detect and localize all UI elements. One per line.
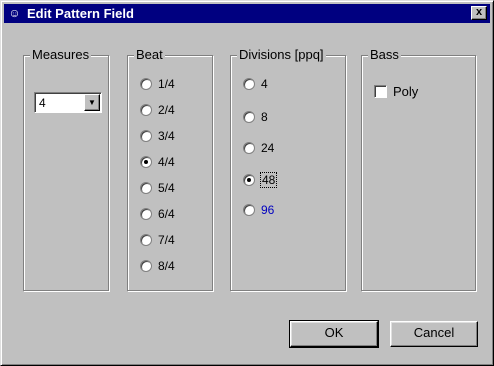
beat-option-label: 8/4 (158, 259, 175, 273)
radio-button[interactable] (243, 204, 255, 216)
close-button[interactable]: x (471, 6, 487, 20)
beat-option-label: 5/4 (158, 181, 175, 195)
measures-legend: Measures (30, 47, 92, 63)
close-icon: x (475, 6, 483, 18)
title-bar[interactable]: ☺ Edit Pattern Field x (4, 4, 490, 23)
radio-button[interactable] (243, 111, 255, 123)
radio-button-selected[interactable] (243, 174, 255, 186)
measures-select[interactable]: 4 ▼ (34, 92, 102, 113)
bass-legend: Bass (368, 47, 401, 63)
radio-button[interactable] (140, 208, 152, 220)
division-option-label: 8 (261, 110, 268, 124)
beat-option-4-4[interactable]: 4/4 (140, 154, 175, 170)
beat-option-label: 2/4 (158, 103, 175, 117)
measures-select-value: 4 (39, 96, 46, 110)
beat-option-1-4[interactable]: 1/4 (140, 76, 175, 92)
beat-option-label: 1/4 (158, 77, 175, 91)
radio-button[interactable] (140, 78, 152, 90)
beat-option-2-4[interactable]: 2/4 (140, 102, 175, 118)
beat-option-label: 3/4 (158, 129, 175, 143)
dialog-window: ☺ Edit Pattern Field x Measures 4 ▼ Beat… (0, 0, 494, 366)
radio-button-selected[interactable] (140, 156, 152, 168)
division-option-24[interactable]: 24 (243, 140, 274, 156)
chevron-down-icon[interactable]: ▼ (84, 94, 100, 111)
dialog-content: Measures 4 ▼ Beat 1/4 2/4 3/4 4/4 5/4 6/… (9, 31, 487, 359)
bass-group: Bass Poly (361, 47, 476, 291)
measures-group: Measures 4 ▼ (23, 47, 109, 291)
division-option-48[interactable]: 48 (243, 172, 278, 188)
beat-option-label: 7/4 (158, 233, 175, 247)
division-option-96[interactable]: 96 (243, 202, 274, 218)
app-icon[interactable]: ☺ (7, 6, 22, 21)
radio-button[interactable] (140, 130, 152, 142)
beat-option-label: 4/4 (158, 155, 175, 169)
cancel-button[interactable]: Cancel (390, 321, 478, 347)
division-option-label: 48 (259, 172, 278, 188)
beat-legend: Beat (134, 47, 165, 63)
division-option-8[interactable]: 8 (243, 109, 268, 125)
poly-checkbox-row[interactable]: Poly (374, 84, 418, 99)
radio-button[interactable] (140, 260, 152, 272)
radio-button[interactable] (140, 234, 152, 246)
window-title: Edit Pattern Field (27, 6, 134, 21)
division-option-label: 4 (261, 77, 268, 91)
radio-button[interactable] (140, 182, 152, 194)
beat-option-5-4[interactable]: 5/4 (140, 180, 175, 196)
beat-option-6-4[interactable]: 6/4 (140, 206, 175, 222)
beat-group: Beat 1/4 2/4 3/4 4/4 5/4 6/4 7/4 8/4 (127, 47, 213, 291)
poly-checkbox[interactable] (374, 85, 387, 98)
radio-button[interactable] (243, 142, 255, 154)
poly-label: Poly (393, 84, 419, 99)
division-option-label: 24 (261, 141, 275, 155)
divisions-group: Divisions [ppq] 4 8 24 48 96 (230, 47, 346, 291)
radio-button[interactable] (243, 78, 255, 90)
beat-option-7-4[interactable]: 7/4 (140, 232, 175, 248)
radio-button[interactable] (140, 104, 152, 116)
ok-button[interactable]: OK (289, 320, 379, 348)
division-option-4[interactable]: 4 (243, 76, 268, 92)
beat-option-3-4[interactable]: 3/4 (140, 128, 175, 144)
beat-option-label: 6/4 (158, 207, 175, 221)
division-option-label: 96 (261, 203, 275, 217)
beat-option-8-4[interactable]: 8/4 (140, 258, 175, 274)
divisions-legend: Divisions [ppq] (237, 47, 326, 63)
